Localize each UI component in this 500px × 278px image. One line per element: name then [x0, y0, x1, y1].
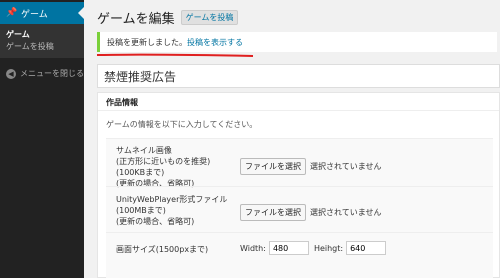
thumbnail-label: サムネイル画像 (正方形に近いものを推奨) (100KBまで) (更新の場合、省…	[116, 146, 211, 188]
main-content: ゲームを編集 ゲームを投稿 投稿を更新しました。投稿を表示する 禁煙推奨広告 作…	[84, 0, 500, 278]
update-notice: 投稿を更新しました。投稿を表示する	[97, 32, 497, 52]
add-new-button[interactable]: ゲームを投稿	[180, 10, 239, 25]
unity-file-status: 選択されていません	[310, 208, 382, 217]
collapse-menu-button[interactable]: ◀ メニューを閉じる	[6, 68, 84, 79]
title-row: ゲームを編集 ゲームを投稿	[97, 8, 239, 27]
sidebar-item-games[interactable]: 📌 ゲーム	[0, 2, 84, 24]
collapse-menu-label: メニューを閉じる	[20, 69, 84, 78]
pin-icon: 📌	[6, 8, 18, 18]
form-table: サムネイル画像 (正方形に近いものを推奨) (100KBまで) (更新の場合、省…	[106, 138, 493, 278]
row-divider	[106, 186, 493, 187]
unity-choose-file-button[interactable]: ファイルを選択	[240, 204, 306, 221]
width-input[interactable]	[268, 241, 309, 255]
height-label: Heihgt:	[313, 243, 344, 253]
submenu-item-games[interactable]: ゲーム	[6, 29, 84, 41]
metabox-description: ゲームの情報を以下に入力してください。	[106, 120, 258, 129]
thumbnail-file-status: 選択されていません	[310, 162, 382, 171]
collapse-arrow-icon: ◀	[6, 68, 16, 79]
view-post-link[interactable]: 投稿を表示する	[187, 38, 243, 47]
thumbnail-choose-file-button[interactable]: ファイルを選択	[240, 158, 306, 175]
metabox-title: 作品情報	[98, 93, 499, 111]
notice-text: 投稿を更新しました。	[107, 38, 187, 47]
height-input[interactable]	[346, 241, 387, 255]
row-divider	[106, 232, 493, 233]
thumbnail-file-field: ファイルを選択 選択されていません	[240, 158, 382, 175]
unity-file-field: ファイルを選択 選択されていません	[240, 204, 382, 221]
page-title: ゲームを編集	[97, 12, 175, 27]
screen-size-label: 画面サイズ(1500pxまで)	[116, 245, 209, 254]
work-info-metabox: 作品情報 ゲームの情報を以下に入力してください。 サムネイル画像 (正方形に近い…	[97, 92, 500, 278]
screen-size-fields: Width: Heihgt:	[240, 241, 391, 255]
unity-file-label: UnityWebPlayer形式ファイル (100MBまで) (更新の場合、省略…	[116, 195, 228, 226]
submenu-item-add-game[interactable]: ゲームを投稿	[6, 41, 84, 53]
post-title-input[interactable]: 禁煙推奨広告	[97, 64, 500, 88]
sidebar-submenu: ゲーム ゲームを投稿	[0, 24, 84, 58]
sidebar-item-label: ゲーム	[21, 9, 48, 20]
red-annotation-underline	[96, 53, 254, 57]
admin-sidebar: 📌 ゲーム ゲーム ゲームを投稿 ◀ メニューを閉じる	[0, 0, 84, 278]
width-label: Width:	[240, 243, 266, 253]
